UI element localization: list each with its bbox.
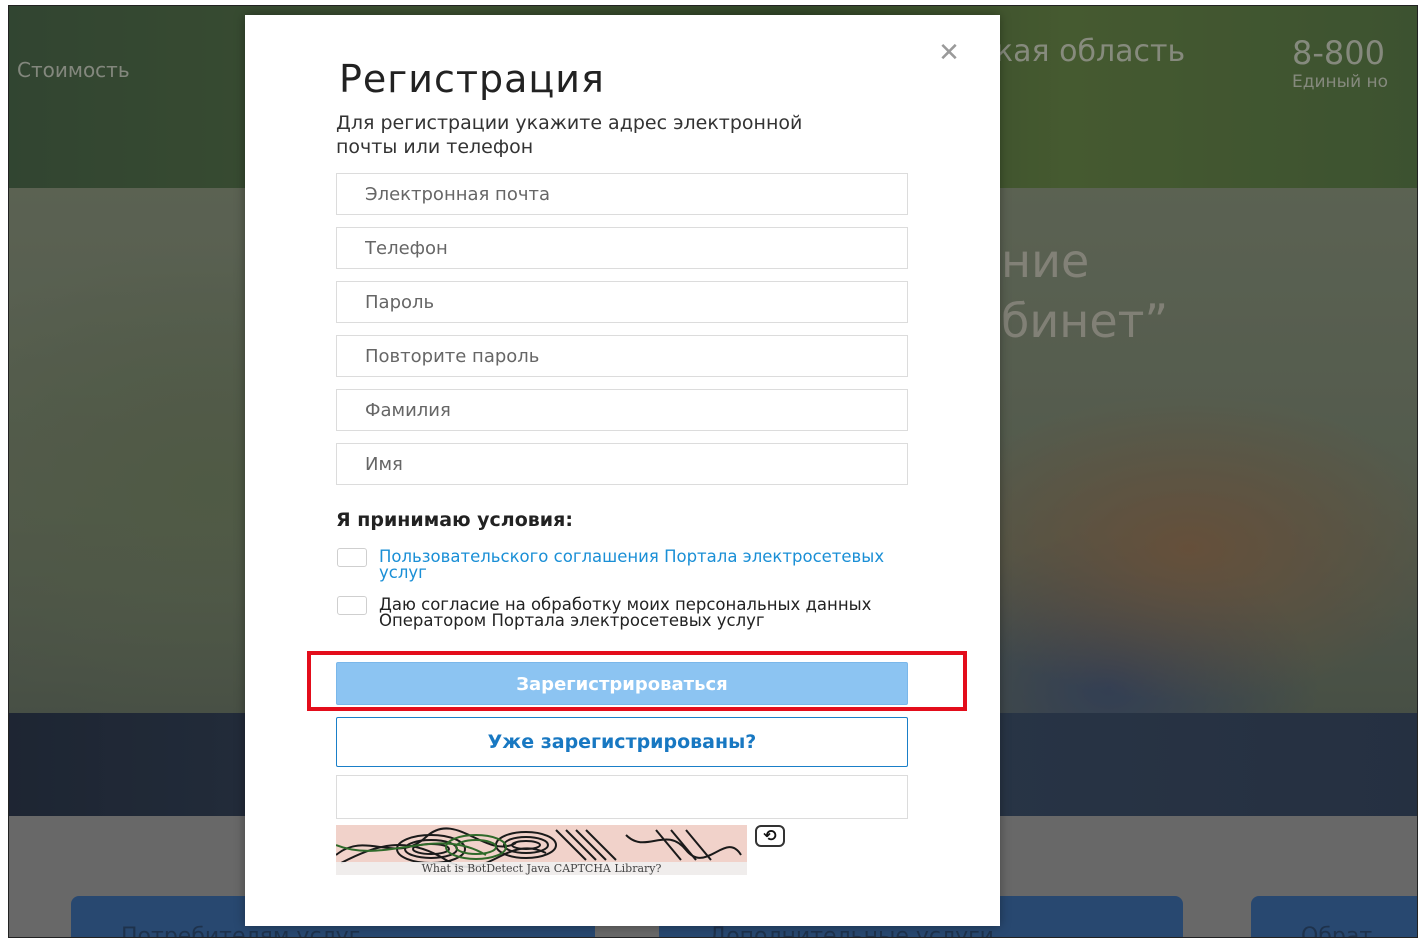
- refresh-icon[interactable]: ⟲: [755, 825, 785, 847]
- personal-data-consent-label: Даю согласие на обработку моих персональ…: [379, 595, 872, 630]
- captcha-image: What is BotDetect Java CAPTCHA Library?: [336, 825, 747, 875]
- phone-field[interactable]: [336, 227, 908, 269]
- already-registered-button[interactable]: Уже зарегистрированы?: [336, 717, 908, 767]
- terms-heading: Я принимаю условия:: [336, 509, 573, 531]
- terms-agreement-link[interactable]: Пользовательского соглашения Портала эле…: [379, 548, 919, 581]
- captcha-input[interactable]: [336, 775, 908, 819]
- register-button[interactable]: Зарегистрироваться: [336, 662, 908, 705]
- modal-title: Регистрация: [339, 57, 605, 101]
- name-field[interactable]: [336, 443, 908, 485]
- personal-data-consent-checkbox[interactable]: [337, 596, 367, 615]
- close-icon[interactable]: ✕: [937, 40, 961, 66]
- captcha-caption[interactable]: What is BotDetect Java CAPTCHA Library?: [336, 862, 747, 875]
- password-field[interactable]: [336, 281, 908, 323]
- password-repeat-field[interactable]: [336, 335, 908, 377]
- browser-viewport: Стоимость кая область 8-800 Единый но ни…: [8, 5, 1418, 938]
- registration-modal: ✕ Регистрация Для регистрации укажите ад…: [245, 15, 1000, 926]
- email-field[interactable]: [336, 173, 908, 215]
- terms-agreement-checkbox[interactable]: [337, 548, 367, 567]
- surname-field[interactable]: [336, 389, 908, 431]
- modal-subtitle: Для регистрации укажите адрес электронно…: [336, 112, 803, 158]
